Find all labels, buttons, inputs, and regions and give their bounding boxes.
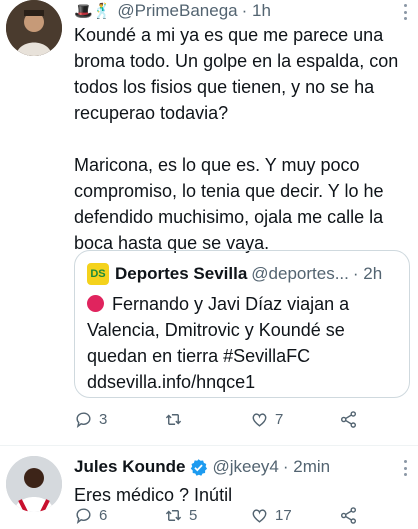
display-name[interactable]: Jules Kounde: [74, 457, 185, 477]
user-handle[interactable]: @PrimeBanega: [117, 1, 237, 21]
more-icon[interactable]: [404, 4, 408, 20]
tweet[interactable]: 🎩🕺 @PrimeBanega · 1h Koundé a mi ya es q…: [0, 0, 418, 445]
quoted-name: Deportes Sevilla: [115, 264, 248, 283]
tweet-text: Eres médico ? Inútil: [74, 485, 233, 505]
reply-icon: [76, 508, 91, 524]
verified-icon: [191, 458, 208, 476]
tweet-text: Koundé a mi ya es que me parece una brom…: [74, 25, 399, 253]
tweet-header: 🎩🕺 @PrimeBanega · 1h: [74, 0, 271, 22]
quoted-avatar: DS: [87, 263, 109, 285]
quoted-text: Fernando y Javi Díaz viajan a Valencia, …: [87, 294, 350, 392]
tweet[interactable]: Jules Kounde @jkeey4 · 2min Eres médico …: [0, 445, 418, 529]
share-icon: [340, 411, 357, 428]
like-icon: [252, 413, 267, 427]
red-circle-icon: [87, 295, 104, 312]
retweet-button[interactable]: 5: [164, 506, 197, 525]
quoted-tweet[interactable]: DS Deportes Sevilla @deportes... · 2h Fe…: [74, 250, 410, 398]
reply-button[interactable]: 3: [74, 410, 107, 429]
quoted-tweet-header: DS Deportes Sevilla @deportes... · 2h: [87, 263, 382, 285]
retweet-count: 5: [189, 507, 198, 524]
reply-count: 6: [99, 507, 108, 524]
retweet-icon: [165, 414, 182, 425]
reply-count: 3: [99, 411, 108, 428]
share-button[interactable]: [339, 506, 364, 525]
quoted-text-wrapper: Fernando y Javi Díaz viajan a Valencia, …: [87, 291, 399, 395]
like-count: 17: [275, 507, 292, 524]
reply-button[interactable]: 6: [74, 506, 107, 525]
quoted-handle: @deportes...: [251, 264, 349, 283]
like-count: 7: [275, 411, 284, 428]
avatar[interactable]: [6, 456, 62, 512]
like-button[interactable]: 7: [250, 410, 283, 429]
tweet-header: Jules Kounde @jkeey4 · 2min: [74, 456, 330, 478]
retweet-icon: [165, 510, 182, 521]
retweet-button[interactable]: [164, 410, 189, 429]
reply-icon: [76, 412, 91, 428]
like-icon: [252, 509, 267, 523]
timestamp[interactable]: · 2min: [283, 457, 330, 477]
display-name-emoji: 🎩🕺: [74, 3, 112, 20]
timestamp[interactable]: · 1h: [242, 1, 271, 21]
quoted-timestamp: · 2h: [352, 264, 383, 283]
share-icon: [340, 507, 357, 524]
like-button[interactable]: 17: [250, 506, 292, 525]
action-bar: 6 5 17: [74, 506, 374, 529]
user-handle[interactable]: @jkeey4: [212, 457, 278, 477]
action-bar: 3 7: [74, 410, 374, 434]
avatar[interactable]: [6, 0, 62, 56]
more-icon[interactable]: [404, 460, 408, 476]
share-button[interactable]: [339, 410, 364, 429]
